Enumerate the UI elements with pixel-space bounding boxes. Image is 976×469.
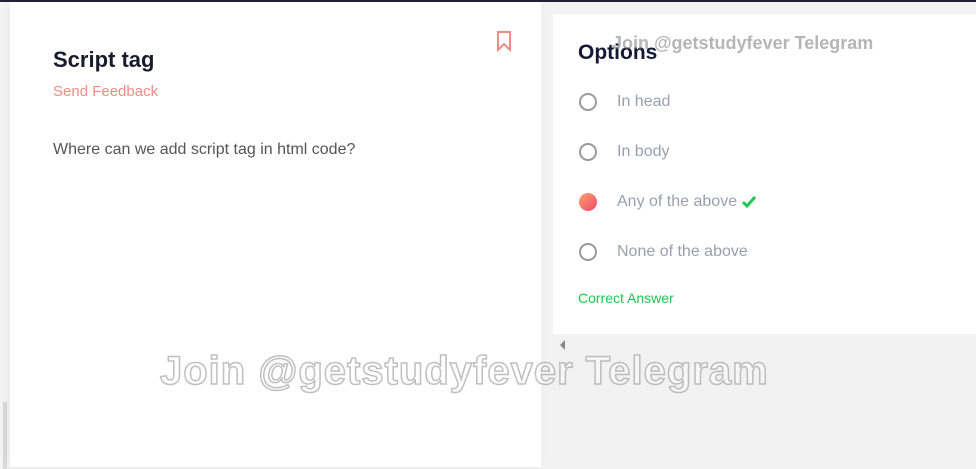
option-label: None of the above <box>617 243 748 260</box>
correct-answer-status: Correct Answer <box>578 290 674 306</box>
question-card: Script tag Send Feedback Where can we ad… <box>10 2 541 467</box>
bookmark-icon[interactable] <box>496 30 512 52</box>
options-card: Options In head In body Any of the above… <box>553 14 976 334</box>
scrollbar[interactable] <box>3 402 7 469</box>
radio-button[interactable] <box>579 143 597 161</box>
option-none-of-the-above[interactable]: None of the above <box>579 243 748 261</box>
watermark-small: Join @getstudyfever Telegram <box>612 33 874 53</box>
checkmark-icon <box>742 196 757 209</box>
radio-button[interactable] <box>579 93 597 111</box>
send-feedback-link[interactable]: Send Feedback <box>53 83 158 100</box>
option-any-of-the-above[interactable]: Any of the above <box>579 193 757 211</box>
option-label: In head <box>617 93 671 110</box>
option-label: In body <box>617 143 670 160</box>
watermark-large: Join @getstudyfever Telegram <box>159 348 769 394</box>
option-in-body[interactable]: In body <box>579 143 669 161</box>
radio-button-selected[interactable] <box>579 193 597 211</box>
option-in-head[interactable]: In head <box>579 93 670 111</box>
question-text: Where can we add script tag in html code… <box>53 141 356 158</box>
question-title: Script tag <box>53 47 155 72</box>
option-label: Any of the above <box>617 193 738 210</box>
radio-button[interactable] <box>579 243 597 261</box>
left-panel <box>0 2 10 469</box>
